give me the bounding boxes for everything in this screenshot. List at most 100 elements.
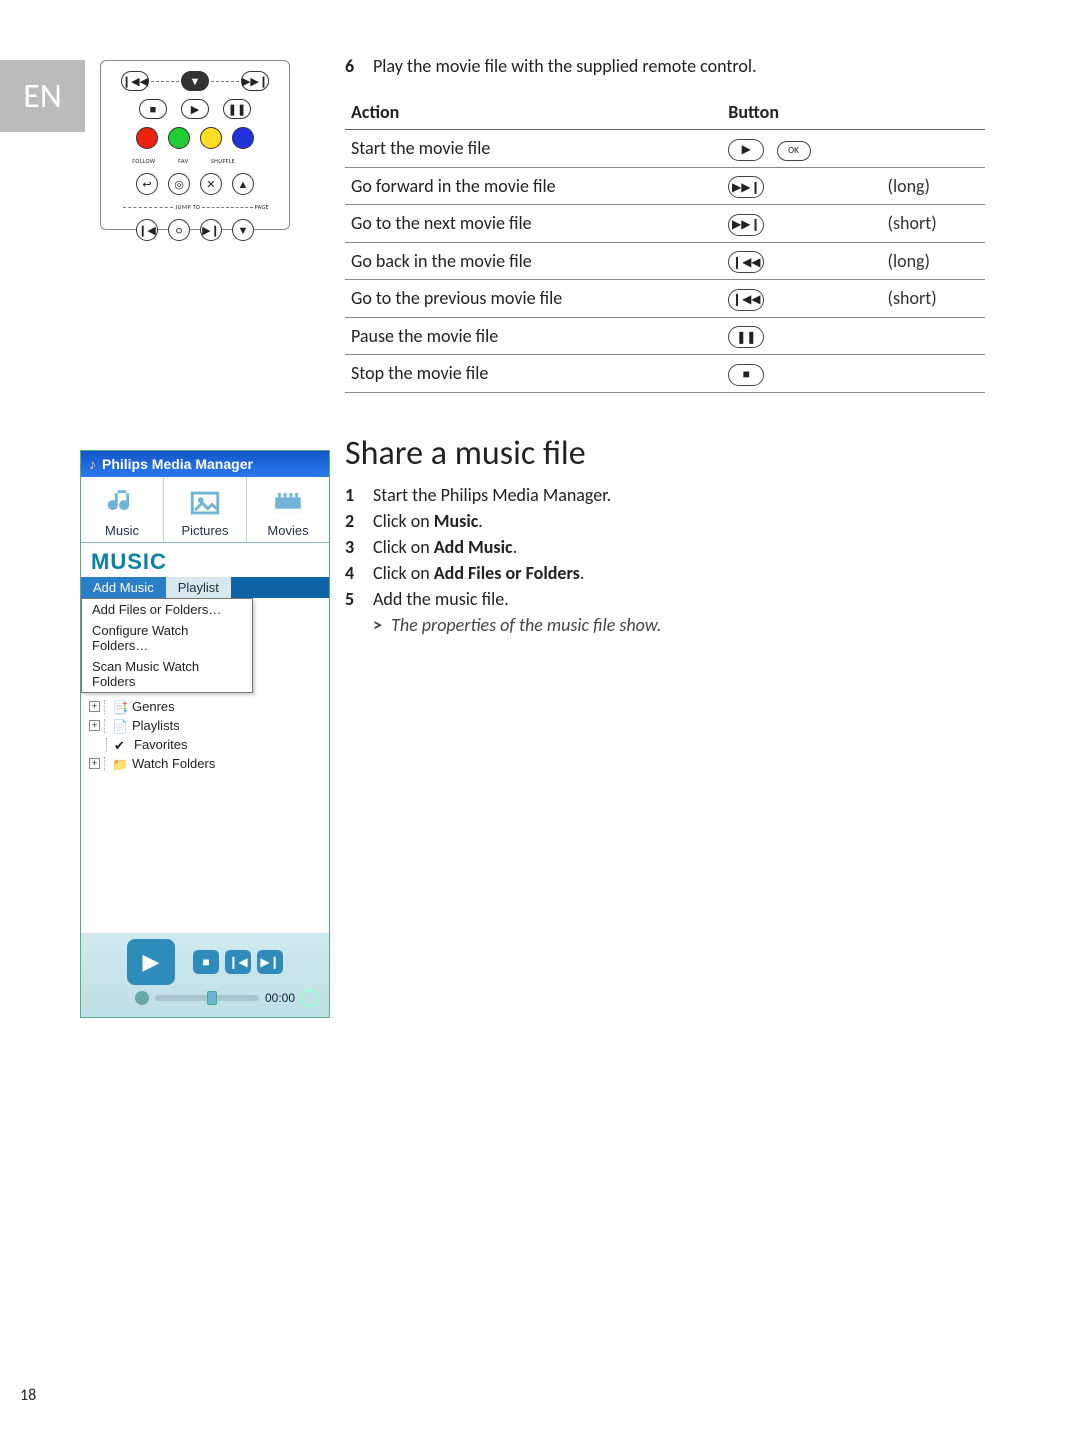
- tree-item[interactable]: +📄Playlists: [87, 716, 323, 735]
- list-item: 3Click on Add Music.: [345, 536, 985, 558]
- music-tab[interactable]: Music: [81, 477, 164, 542]
- pmm-subtab-playlist[interactable]: Playlist: [166, 577, 231, 598]
- down-icon: ▼: [181, 71, 209, 91]
- pmm-subtab-addmusic[interactable]: Add Music: [81, 577, 166, 598]
- steps-list: 1Start the Philips Media Manager.2Click …: [345, 484, 985, 610]
- tree-item[interactable]: +📑Genres: [87, 697, 323, 716]
- pmm-titlebar: ♪ Philips Media Manager: [81, 451, 329, 477]
- tab-label: Movies: [251, 523, 325, 538]
- expand-icon[interactable]: +: [89, 720, 100, 731]
- button-cell: ❙◀◀: [722, 242, 881, 280]
- expand-icon[interactable]: +: [89, 701, 100, 712]
- volume-icon[interactable]: [135, 991, 149, 1005]
- step-6: 6 Play the movie file with the supplied …: [345, 55, 985, 77]
- action-cell: Go to the previous movie file: [345, 280, 722, 318]
- extra-cell: [882, 130, 985, 168]
- pmm-menu-item[interactable]: Add Files or Folders…: [82, 599, 252, 620]
- pmm-title-text: Philips Media Manager: [102, 456, 253, 472]
- skip-fwd-icon: ▶❙: [200, 219, 222, 241]
- prev-track-button[interactable]: ❙◀: [225, 950, 251, 974]
- action-cell: Go back in the movie file: [345, 242, 722, 280]
- tree-item[interactable]: + 📁 Watch Folders: [87, 754, 323, 773]
- language-tab: EN: [0, 60, 85, 132]
- tree-item[interactable]: ✔Favorites: [87, 735, 323, 754]
- page-label: PAGE: [255, 203, 269, 211]
- jumpto-label: JUMP TO: [175, 203, 200, 211]
- movies-tab-icon: [251, 485, 325, 521]
- pmm-logo-icon: ♪: [89, 456, 96, 472]
- down-arrow-icon: ▼: [232, 219, 254, 241]
- time-label: 00:00: [265, 991, 295, 1005]
- extra-cell: (short): [882, 205, 985, 243]
- table-row: Go to the next movie file ▶▶❙ (short): [345, 205, 985, 243]
- step-text: Play the movie file with the supplied re…: [373, 55, 757, 77]
- play-button[interactable]: ▶: [127, 939, 175, 985]
- list-item: 2Click on Music.: [345, 510, 985, 532]
- button-cell: ❚❚: [722, 317, 881, 355]
- expand-icon[interactable]: +: [89, 758, 100, 769]
- list-item: 5 Add the music file.: [345, 588, 985, 610]
- action-cell: Pause the movie file: [345, 317, 722, 355]
- step-text: Start the Philips Media Manager.: [373, 484, 611, 506]
- folder-icon: 📁: [112, 757, 128, 771]
- pmm-dropdown-menu: Add Files or Folders…Configure Watch Fol…: [81, 598, 253, 693]
- ok-icon: OK: [777, 141, 811, 161]
- action-cell: Go to the next movie file: [345, 205, 722, 243]
- green-button-icon: [168, 127, 190, 149]
- table-row: Start the movie file▶ OK: [345, 130, 985, 168]
- table-row: Go to the previous movie file❙◀◀(short): [345, 280, 985, 318]
- pmm-menu-item[interactable]: Configure Watch Folders…: [82, 620, 252, 656]
- movies-tab[interactable]: Movies: [247, 477, 329, 542]
- result-marker: >: [373, 614, 387, 636]
- extra-cell: [882, 355, 985, 393]
- pmm-player: ▶ ■ ❙◀ ▶❙ 00:00: [81, 933, 329, 1017]
- tab-label: Pictures: [168, 523, 242, 538]
- step-text: Click on Add Music.: [373, 536, 517, 558]
- prev-icon: ❙◀◀: [121, 71, 149, 91]
- step-number: 2: [345, 510, 359, 532]
- page-number: 18: [20, 1386, 36, 1405]
- tree-label: Playlists: [132, 718, 180, 733]
- pause-icon: ❚❚: [223, 99, 251, 119]
- tree-label: Favorites: [134, 737, 187, 752]
- step-text: Click on Add Files or Folders.: [373, 562, 584, 584]
- up-arrow-icon: ▲: [232, 173, 254, 195]
- button-cell: ▶ OK: [722, 130, 881, 168]
- step-number: 6: [345, 55, 359, 77]
- list-item: 1 Start the Philips Media Manager.: [345, 484, 985, 506]
- extra-cell: (long): [882, 242, 985, 280]
- play-icon: ▶: [728, 139, 764, 161]
- tree-label: Watch Folders: [132, 756, 215, 771]
- extra-cell: [882, 317, 985, 355]
- remote-illustration: ❙◀◀ ▼ ▶▶❙ ■ ▶ ❚❚ FOLLOW FAV SHUFFLE ↩ ◎ …: [100, 60, 290, 230]
- pmm-menu-item[interactable]: Scan Music Watch Folders: [82, 656, 252, 692]
- circle-icon: ○: [168, 219, 190, 241]
- blue-button-icon: [232, 127, 254, 149]
- music-tab-icon: [85, 485, 159, 521]
- step-text: Add the music file.: [373, 588, 509, 610]
- action-cell: Go forward in the movie file: [345, 167, 722, 205]
- extra-cell: (short): [882, 280, 985, 318]
- pmm-tree: +📑Genres+📄Playlists✔Favorites+📁Watch Fol…: [81, 693, 329, 933]
- table-row: Go back in the movie file❙◀◀(long): [345, 242, 985, 280]
- actions-table: Action Button Start the movie file▶ OKGo…: [345, 95, 985, 393]
- next-track-button[interactable]: ▶❙: [257, 950, 283, 974]
- header-button: Button: [722, 95, 985, 130]
- stop-button[interactable]: ■: [193, 950, 219, 974]
- step-number: 1: [345, 484, 359, 506]
- pictures-tab[interactable]: Pictures: [164, 477, 247, 542]
- progress-slider[interactable]: [155, 995, 259, 1001]
- loop-icon[interactable]: [301, 989, 319, 1007]
- pmm-window: ♪ Philips Media Manager Music Pictures Mov…: [80, 450, 330, 1018]
- action-cell: Start the movie file: [345, 130, 722, 168]
- target-icon: ◎: [168, 173, 190, 195]
- next-icon: ▶▶❙: [728, 214, 764, 236]
- table-row: Stop the movie file■: [345, 355, 985, 393]
- action-cell: Stop the movie file: [345, 355, 722, 393]
- list-item: 4Click on Add Files or Folders.: [345, 562, 985, 584]
- skip-back-icon: ❙◀: [136, 219, 158, 241]
- button-cell: ■: [722, 355, 881, 393]
- step-number: 5: [345, 588, 359, 610]
- folder-icon: 📑: [112, 700, 128, 714]
- header-action: Action: [345, 95, 722, 130]
